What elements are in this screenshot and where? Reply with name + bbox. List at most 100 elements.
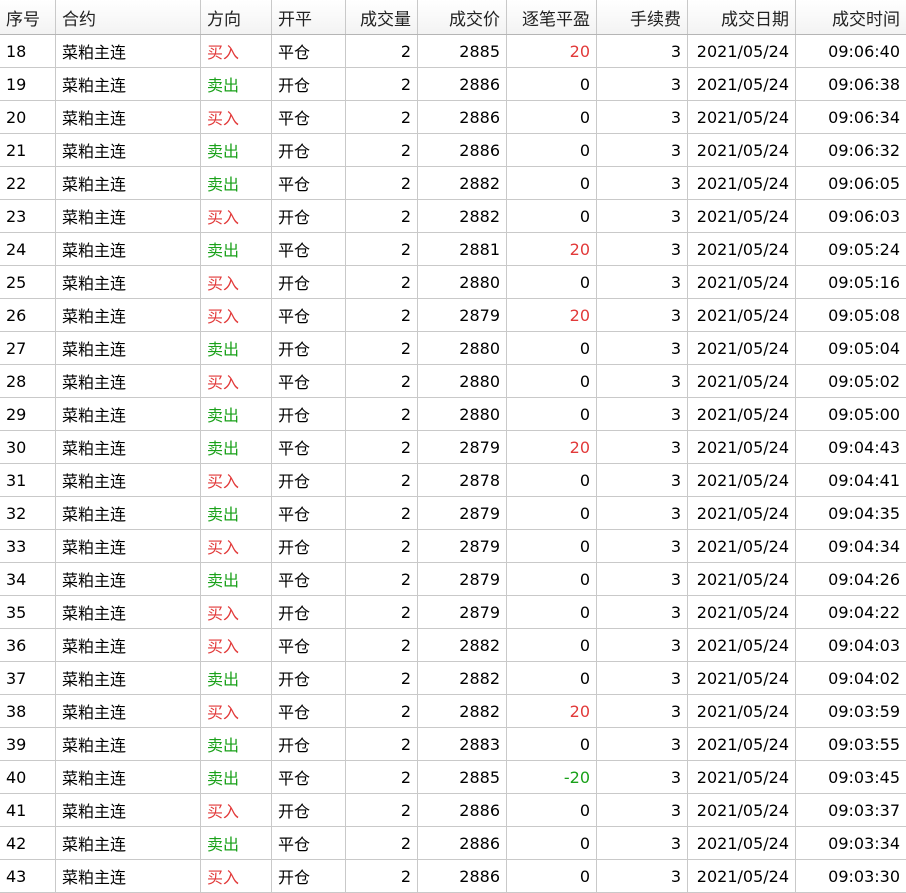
table-row[interactable]: 20 菜粕主连 买入 平仓 2 2886 0 3 2021/05/24 09:06:34 — [0, 101, 906, 134]
cell-price: 2886 — [418, 827, 507, 859]
cell-direction: 买入 — [201, 266, 272, 298]
cell-pnl: 20 — [507, 233, 597, 265]
cell-volume: 2 — [346, 299, 418, 331]
table-row[interactable]: 38 菜粕主连 买入 平仓 2 2882 20 3 2021/05/24 09:03:59 — [0, 695, 906, 728]
table-row[interactable]: 26 菜粕主连 买入 平仓 2 2879 20 3 2021/05/24 09:05:08 — [0, 299, 906, 332]
cell-direction: 买入 — [201, 530, 272, 562]
cell-direction: 卖出 — [201, 398, 272, 430]
cell-volume: 2 — [346, 35, 418, 67]
table-row[interactable]: 22 菜粕主连 卖出 平仓 2 2882 0 3 2021/05/24 09:06:05 — [0, 167, 906, 200]
table-row[interactable]: 32 菜粕主连 卖出 平仓 2 2879 0 3 2021/05/24 09:04:35 — [0, 497, 906, 530]
table-row[interactable]: 30 菜粕主连 卖出 平仓 2 2879 20 3 2021/05/24 09:04:43 — [0, 431, 906, 464]
column-header-volume[interactable]: 成交量 — [346, 0, 418, 34]
cell-fee: 3 — [597, 134, 688, 166]
table-row[interactable]: 29 菜粕主连 卖出 开仓 2 2880 0 3 2021/05/24 09:05:00 — [0, 398, 906, 431]
cell-seq: 36 — [0, 629, 56, 661]
table-row[interactable]: 23 菜粕主连 买入 开仓 2 2882 0 3 2021/05/24 09:06:03 — [0, 200, 906, 233]
cell-seq: 20 — [0, 101, 56, 133]
cell-offset: 开仓 — [272, 398, 346, 430]
table-row[interactable]: 36 菜粕主连 买入 平仓 2 2882 0 3 2021/05/24 09:04:03 — [0, 629, 906, 662]
cell-price: 2886 — [418, 794, 507, 826]
cell-fee: 3 — [597, 827, 688, 859]
cell-offset: 平仓 — [272, 563, 346, 595]
cell-price: 2882 — [418, 167, 507, 199]
column-header-price[interactable]: 成交价 — [418, 0, 507, 34]
table-row[interactable]: 42 菜粕主连 卖出 平仓 2 2886 0 3 2021/05/24 09:03:34 — [0, 827, 906, 860]
table-row[interactable]: 24 菜粕主连 卖出 平仓 2 2881 20 3 2021/05/24 09:05:24 — [0, 233, 906, 266]
column-header-fee[interactable]: 手续费 — [597, 0, 688, 34]
cell-fee: 3 — [597, 662, 688, 694]
table-row[interactable]: 27 菜粕主连 卖出 开仓 2 2880 0 3 2021/05/24 09:05:04 — [0, 332, 906, 365]
table-row[interactable]: 25 菜粕主连 买入 开仓 2 2880 0 3 2021/05/24 09:05:16 — [0, 266, 906, 299]
cell-price: 2886 — [418, 68, 507, 100]
cell-pnl: -20 — [507, 761, 597, 793]
cell-pnl: 0 — [507, 332, 597, 364]
cell-seq: 22 — [0, 167, 56, 199]
cell-pnl: 0 — [507, 497, 597, 529]
cell-volume: 2 — [346, 860, 418, 892]
table-row[interactable]: 19 菜粕主连 卖出 开仓 2 2886 0 3 2021/05/24 09:06:38 — [0, 68, 906, 101]
cell-volume: 2 — [346, 167, 418, 199]
cell-fee: 3 — [597, 860, 688, 892]
cell-direction: 卖出 — [201, 761, 272, 793]
column-header-contract[interactable]: 合约 — [56, 0, 201, 34]
cell-time: 09:04:26 — [828, 569, 900, 589]
cell-direction: 买入 — [201, 299, 272, 331]
cell-pnl: 20 — [507, 299, 597, 331]
cell-seq: 30 — [0, 431, 56, 463]
cell-price: 2879 — [418, 497, 507, 529]
column-header-pnl[interactable]: 逐笔平盈 — [507, 0, 597, 34]
column-header-direction[interactable]: 方向 — [201, 0, 272, 34]
cell-volume: 2 — [346, 464, 418, 496]
cell-contract: 菜粕主连 — [56, 299, 201, 331]
cell-date: 2021/05/24 — [688, 662, 796, 694]
cell-offset: 平仓 — [272, 695, 346, 727]
cell-seq: 28 — [0, 365, 56, 397]
cell-seq: 24 — [0, 233, 56, 265]
cell-volume: 2 — [346, 563, 418, 595]
cell-direction: 买入 — [201, 101, 272, 133]
cell-volume: 2 — [346, 794, 418, 826]
column-header-time[interactable]: 成交时间 — [796, 0, 906, 34]
table-header-row: 序号 合约 方向 开平 成交量 成交价 逐笔平盈 手续费 成交日期 成交时间 — [0, 0, 906, 35]
table-row[interactable]: 35 菜粕主连 买入 开仓 2 2879 0 3 2021/05/24 09:04:22 — [0, 596, 906, 629]
table-row[interactable]: 43 菜粕主连 买入 开仓 2 2886 0 3 2021/05/24 09:03:30 — [0, 860, 906, 893]
column-header-offset[interactable]: 开平 — [272, 0, 346, 34]
cell-date: 2021/05/24 — [688, 167, 796, 199]
table-row[interactable]: 33 菜粕主连 买入 开仓 2 2879 0 3 2021/05/24 09:04:34 — [0, 530, 906, 563]
column-header-date[interactable]: 成交日期 — [688, 0, 796, 34]
cell-volume: 2 — [346, 695, 418, 727]
cell-direction: 卖出 — [201, 563, 272, 595]
cell-date: 2021/05/24 — [688, 101, 796, 133]
cell-offset: 平仓 — [272, 761, 346, 793]
cell-seq: 34 — [0, 563, 56, 595]
table-row[interactable]: 39 菜粕主连 卖出 开仓 2 2883 0 3 2021/05/24 09:03:55 — [0, 728, 906, 761]
cell-volume: 2 — [346, 68, 418, 100]
cell-time: 09:05:08 — [828, 305, 900, 325]
cell-time: 09:05:16 — [828, 272, 900, 292]
column-header-seq[interactable]: 序号 — [0, 0, 56, 34]
cell-time: 09:03:37 — [828, 800, 900, 820]
cell-date: 2021/05/24 — [688, 794, 796, 826]
cell-price: 2880 — [418, 266, 507, 298]
table-row[interactable]: 21 菜粕主连 卖出 开仓 2 2886 0 3 2021/05/24 09:06:32 — [0, 134, 906, 167]
cell-date: 2021/05/24 — [688, 695, 796, 727]
table-row[interactable]: 28 菜粕主连 买入 平仓 2 2880 0 3 2021/05/24 09:05:02 — [0, 365, 906, 398]
cell-pnl: 0 — [507, 398, 597, 430]
table-row[interactable]: 41 菜粕主连 买入 开仓 2 2886 0 3 2021/05/24 09:03:37 — [0, 794, 906, 827]
cell-price: 2879 — [418, 530, 507, 562]
cell-volume: 2 — [346, 266, 418, 298]
cell-date: 2021/05/24 — [688, 464, 796, 496]
cell-price: 2880 — [418, 365, 507, 397]
cell-price: 2886 — [418, 134, 507, 166]
table-row[interactable]: 18 菜粕主连 买入 平仓 2 2885 20 3 2021/05/24 09:06:40 — [0, 35, 906, 68]
table-row[interactable]: 37 菜粕主连 卖出 开仓 2 2882 0 3 2021/05/24 09:04:02 — [0, 662, 906, 695]
table-row[interactable]: 31 菜粕主连 买入 开仓 2 2878 0 3 2021/05/24 09:04:41 — [0, 464, 906, 497]
trade-record-table: 序号 合约 方向 开平 成交量 成交价 逐笔平盈 手续费 成交日期 成交时间 1… — [0, 0, 906, 893]
table-row[interactable]: 40 菜粕主连 卖出 平仓 2 2885 -20 3 2021/05/24 09:03:45 — [0, 761, 906, 794]
table-row[interactable]: 34 菜粕主连 卖出 平仓 2 2879 0 3 2021/05/24 09:04:26 — [0, 563, 906, 596]
cell-seq: 19 — [0, 68, 56, 100]
cell-contract: 菜粕主连 — [56, 167, 201, 199]
cell-price: 2885 — [418, 761, 507, 793]
cell-volume: 2 — [346, 761, 418, 793]
